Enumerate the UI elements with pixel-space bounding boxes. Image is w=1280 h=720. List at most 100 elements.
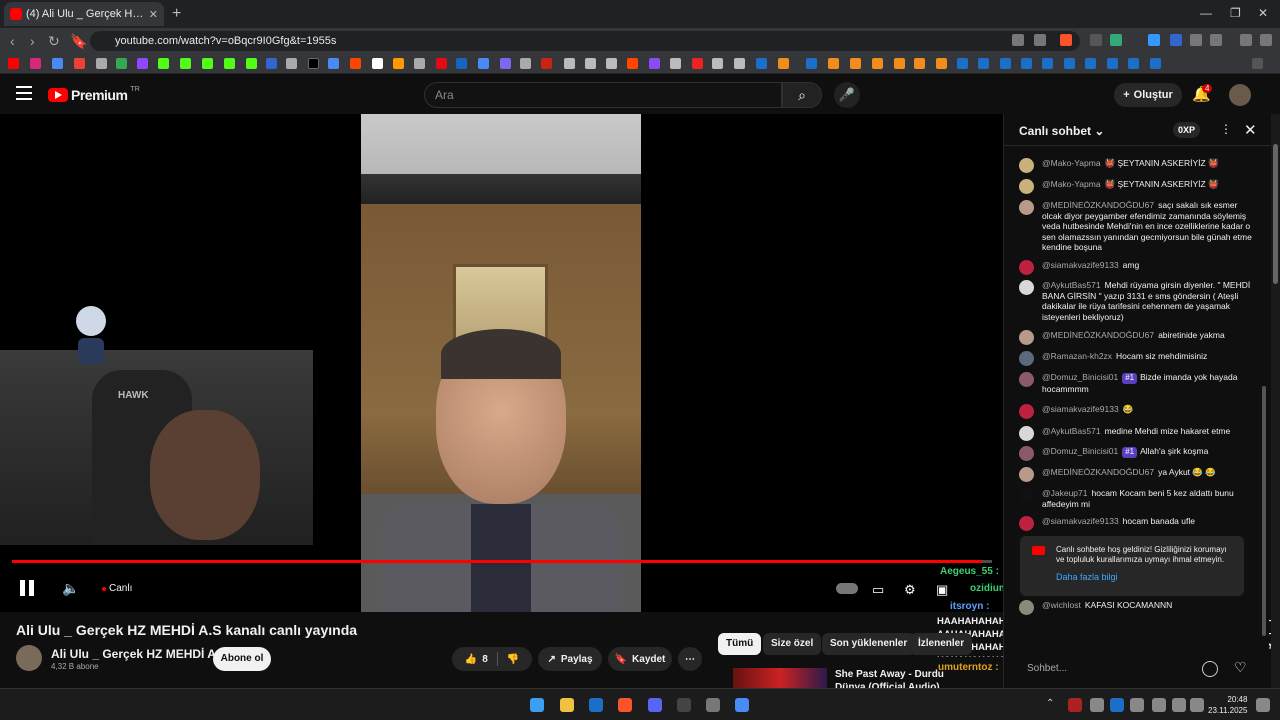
chat-author[interactable]: @Mako-Yapma [1042, 179, 1101, 189]
channel-avatar[interactable] [16, 645, 42, 671]
chat-author-avatar[interactable] [1019, 158, 1034, 173]
bookmark-steam-icon[interactable] [1000, 58, 1011, 69]
bookmark-steam-icon[interactable] [978, 58, 989, 69]
create-button[interactable]: + Oluştur [1114, 83, 1182, 107]
bookmark-icon[interactable] [246, 58, 257, 69]
bookmark-icon[interactable] [914, 58, 925, 69]
chat-author-avatar[interactable] [1019, 516, 1034, 531]
bookmark-icon[interactable] [872, 58, 883, 69]
bookmark-icon[interactable] [627, 58, 638, 69]
share-button[interactable]: ↗ Paylaş [538, 647, 602, 671]
like-button[interactable]: 👍 8 👎 [452, 647, 532, 671]
brave-shield-icon[interactable] [1060, 34, 1072, 46]
tray-speaker-icon[interactable] [1190, 698, 1204, 712]
bookmark-steam-icon[interactable] [1042, 58, 1053, 69]
extension-icon[interactable] [1110, 34, 1122, 46]
bookmark-icon[interactable] [500, 58, 511, 69]
bookmark-icon[interactable] [224, 58, 235, 69]
chat-author-avatar[interactable] [1019, 426, 1034, 441]
live-indicator[interactable]: Canlı [102, 583, 132, 594]
account-avatar[interactable] [1229, 84, 1251, 106]
bookmark-youtube-icon[interactable] [8, 58, 19, 69]
bookmark-steam-icon[interactable] [1021, 58, 1032, 69]
subtitles-icon[interactable]: ▭ [872, 582, 884, 598]
bookmark-icon[interactable] [850, 58, 861, 69]
bookmark-icon[interactable] [266, 58, 277, 69]
chat-message[interactable]: @Jakeup71 hocam Kocam beni 5 kez aldattı … [1019, 488, 1259, 509]
save-button[interactable]: 🔖 Kaydet [608, 647, 672, 671]
browser-tab-youtube[interactable]: (4) Ali Ulu _ Gerçek HZ MEHDİ ✕ [4, 2, 164, 26]
bookmark-icon[interactable] [894, 58, 905, 69]
search-icon[interactable]: ⌕ [782, 82, 822, 108]
tray-chevron-icon[interactable]: ⌃ [1046, 698, 1060, 712]
bookmark-icon[interactable] [478, 58, 489, 69]
menu-icon[interactable] [1260, 34, 1272, 46]
chat-author[interactable]: @Domuz_Binicisi01 [1042, 446, 1118, 456]
heart-icon[interactable]: ♡ [1234, 659, 1247, 676]
chat-author[interactable]: @siamakvazife9133 [1042, 260, 1119, 270]
menu-icon[interactable] [16, 86, 32, 100]
chat-author-avatar[interactable] [1019, 179, 1034, 194]
bookmark-icon[interactable] [456, 58, 467, 69]
chip-watched[interactable]: İzlenenler [910, 633, 973, 655]
chat-author[interactable]: @siamakvazife9133 [1042, 404, 1119, 414]
chip-all[interactable]: Tümü [718, 633, 762, 655]
bookmark-icon[interactable] [328, 58, 339, 69]
minimize-icon[interactable]: — [1200, 6, 1212, 20]
extension-icon[interactable] [1148, 34, 1160, 46]
bookmark-x-icon[interactable] [308, 58, 319, 69]
more-options-icon[interactable]: ⋮ [1220, 122, 1232, 136]
share-icon[interactable] [1034, 34, 1046, 46]
bookmark-icon[interactable] [286, 58, 297, 69]
bookmark-icon[interactable] [52, 58, 63, 69]
bookmark-steam-icon[interactable] [1085, 58, 1096, 69]
chat-author[interactable]: @MEDİNEÖZKANDOĞDU67 [1042, 200, 1154, 210]
bookmark-icon[interactable] [414, 58, 425, 69]
chat-author-avatar[interactable] [1019, 467, 1034, 482]
bookmark-steam-icon[interactable] [806, 58, 817, 69]
extensions-icon[interactable] [1190, 34, 1202, 46]
bookmark-icon[interactable] [520, 58, 531, 69]
sidebar-icon[interactable] [1210, 34, 1222, 46]
cast-icon[interactable] [1012, 34, 1024, 46]
discord-icon[interactable] [648, 698, 662, 712]
windows-start-icon[interactable] [530, 698, 544, 712]
bookmark-icon[interactable] [96, 58, 107, 69]
chat-message[interactable]: @wichlost KAFASI KOCAMANNN [1019, 600, 1259, 615]
chat-message[interactable]: @MEDİNEÖZKANDOĞDU67 abiretinide yakma [1019, 330, 1259, 345]
close-window-icon[interactable]: ✕ [1258, 6, 1268, 20]
back-icon[interactable]: ‹ [10, 33, 15, 49]
obs-icon[interactable] [677, 698, 691, 712]
bookmark-reddit-icon[interactable] [350, 58, 361, 69]
tray-volume-icon[interactable] [1130, 698, 1144, 712]
bookmark-instagram-icon[interactable] [30, 58, 41, 69]
bookmark-folder-icon[interactable] [734, 58, 745, 69]
bookmark-drive-icon[interactable] [116, 58, 127, 69]
bookmark-icon[interactable] [585, 58, 596, 69]
bookmark-icon[interactable] [564, 58, 575, 69]
chat-author[interactable]: @Domuz_Binicisi01 [1042, 372, 1118, 382]
chat-author-avatar[interactable] [1019, 372, 1034, 387]
chat-author[interactable]: @Jakeup71 [1042, 488, 1088, 498]
chat-message[interactable]: @siamakvazife9133 amg [1019, 260, 1259, 275]
chat-message[interactable]: @Domuz_Binicisi01 #1 Allah'a şirk koşma [1019, 446, 1259, 461]
subscribe-button[interactable]: Abone ol [213, 647, 271, 671]
chat-author-avatar[interactable] [1019, 260, 1034, 275]
bookmark-steam-icon[interactable] [756, 58, 767, 69]
chat-message[interactable]: @AykutBas571 Mehdi rüyama girsin diyenler… [1019, 280, 1259, 322]
notifications-icon[interactable] [1256, 698, 1270, 712]
volume-icon[interactable]: 🔈 [62, 580, 79, 597]
chat-message[interactable]: @Ramazan-kh2zx Hocam siz mehdimisiniz [1019, 351, 1259, 366]
extension-icon[interactable] [1170, 34, 1182, 46]
chat-author-avatar[interactable] [1019, 280, 1034, 295]
bookmark-icon[interactable] [372, 58, 383, 69]
chat-message[interactable]: @MEDİNEÖZKANDOĞDU67 ya Aykut 😂 😂 [1019, 467, 1259, 482]
chat-input[interactable]: Sohbet... [1019, 657, 1204, 681]
chat-author[interactable]: @AykutBas571 [1042, 426, 1101, 436]
search-input[interactable]: Ara [424, 82, 782, 108]
bookmark-kick-icon[interactable] [158, 58, 169, 69]
forward-icon[interactable]: › [30, 33, 35, 49]
bookmark-steam-icon[interactable] [1128, 58, 1139, 69]
chat-author[interactable]: @Mako-Yapma [1042, 158, 1101, 168]
chat-scrollbar[interactable] [1262, 386, 1266, 636]
